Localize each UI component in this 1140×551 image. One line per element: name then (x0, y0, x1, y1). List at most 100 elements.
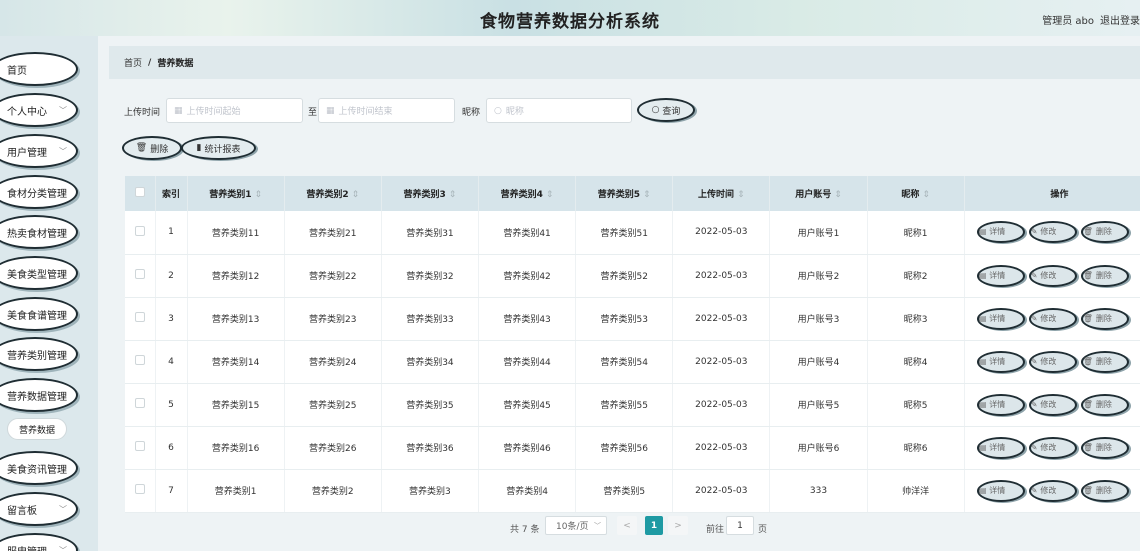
sidebar-item-personal-center[interactable]: 个人中心 ﹀ (0, 93, 78, 127)
cell-cat1: 营养类别15 (187, 383, 285, 427)
prev-page-button[interactable]: < (617, 516, 637, 535)
sort-icon[interactable]: ⇕ (643, 190, 651, 200)
delete-button[interactable]: 🗑 删除 (1080, 479, 1129, 502)
checkbox[interactable] (134, 312, 145, 322)
cell-account: 用户账号4 (769, 340, 868, 384)
current-user: 管理员 abo (1042, 16, 1094, 27)
checkbox[interactable] (134, 398, 145, 408)
table-row: 2 营养类别12 营养类别22 营养类别32 营养类别42 营养类别52 202… (125, 254, 1140, 298)
delete-button[interactable]: 🗑 删除 (1080, 436, 1129, 459)
header-cat5[interactable]: 营养类别5 ⇕ (575, 176, 674, 211)
sidebar-item-hot-ingredients[interactable]: 热卖食材管理 (0, 215, 78, 249)
sidebar-item-food-type[interactable]: 美食类型管理 (0, 256, 78, 290)
sidebar-item-user-management[interactable]: 用户管理 ﹀ (0, 134, 78, 168)
row-select[interactable] (125, 340, 156, 384)
header-label: 索引 (162, 190, 181, 200)
delete-button[interactable]: 🗑 删除 (1080, 221, 1129, 244)
header-upload-time[interactable]: 上传时间 ⇕ (672, 176, 771, 211)
edit-button[interactable]: ✎ 修改 (1028, 350, 1077, 373)
detail-button[interactable]: ▤ 详情 (976, 350, 1025, 373)
checkbox[interactable] (134, 269, 145, 279)
detail-button[interactable]: ▤ 详情 (976, 264, 1025, 287)
sidebar-item-label: 美食食谱管理 (7, 310, 67, 322)
sort-icon[interactable]: ⇕ (254, 190, 262, 200)
batch-delete-label: 删除 (150, 144, 169, 155)
batch-delete-button[interactable]: 🗑 删除 (122, 136, 182, 160)
checkbox[interactable] (134, 225, 145, 236)
delete-button[interactable]: 🗑 删除 (1080, 350, 1129, 373)
page-number-current[interactable]: 1 (645, 516, 663, 535)
sort-icon[interactable]: ⇕ (449, 190, 457, 200)
sidebar-item-nutrition-category[interactable]: 营养类别管理 (0, 337, 78, 371)
checkbox[interactable] (134, 187, 145, 197)
sidebar-item-nutrition-data[interactable]: 营养数据管理 (0, 378, 78, 412)
detail-label: 详情 (989, 356, 1006, 366)
edit-button[interactable]: ✎ 修改 (1028, 479, 1077, 502)
upload-end-input[interactable]: ▦ 上传时间结束 (318, 98, 455, 123)
nickname-placeholder: 昵称 (505, 107, 524, 117)
detail-button[interactable]: ▤ 详情 (976, 221, 1025, 244)
stats-report-button[interactable]: ▮ 统计报表 (181, 136, 256, 160)
sidebar-subitem-nutrition-data[interactable]: 营养数据 (7, 418, 67, 440)
cell-upload-time: 2022-05-03 (672, 211, 771, 255)
header-select-all[interactable] (125, 176, 156, 211)
header-cat1[interactable]: 营养类别1 ⇕ (187, 176, 285, 211)
sidebar-item-ingredient-category[interactable]: 食材分类管理 (0, 175, 78, 209)
header-cat3[interactable]: 营养类别3 ⇕ (381, 176, 479, 211)
breadcrumb-home[interactable]: 首页 (124, 56, 142, 69)
sort-icon[interactable]: ⇕ (922, 190, 930, 200)
header-cat4[interactable]: 营养类别4 ⇕ (478, 176, 577, 211)
edit-label: 修改 (1040, 485, 1057, 495)
next-page-button[interactable]: > (668, 516, 688, 535)
header-cat2[interactable]: 营养类别2 ⇕ (284, 176, 382, 211)
detail-button[interactable]: ▤ 详情 (976, 479, 1025, 502)
header-account[interactable]: 用户账号 ⇕ (769, 176, 868, 211)
row-select[interactable] (125, 426, 156, 470)
checkbox[interactable] (134, 441, 145, 451)
page-size-select[interactable]: 10条/页 ﹀ (545, 516, 607, 535)
detail-label: 详情 (989, 485, 1006, 495)
delete-button[interactable]: 🗑 删除 (1080, 307, 1129, 330)
checkbox[interactable] (134, 484, 145, 494)
row-select[interactable] (125, 254, 156, 298)
edit-button[interactable]: ✎ 修改 (1028, 264, 1077, 287)
edit-button[interactable]: ✎ 修改 (1028, 436, 1077, 459)
sort-icon[interactable]: ⇕ (737, 190, 745, 200)
cell-index: 2 (155, 254, 188, 298)
chevron-right-icon: > (674, 520, 682, 531)
delete-button[interactable]: 🗑 删除 (1080, 264, 1129, 287)
checkbox[interactable] (134, 355, 145, 365)
detail-button[interactable]: ▤ 详情 (976, 307, 1025, 330)
sidebar-item-recipe[interactable]: 美食食谱管理 (0, 297, 78, 331)
logout-link[interactable]: 退出登录 (1100, 12, 1140, 27)
query-button[interactable]: ○ 查询 (637, 98, 695, 122)
row-select[interactable] (125, 469, 156, 513)
nickname-input[interactable]: ○ 昵称 (486, 98, 632, 123)
header-nickname[interactable]: 昵称 ⇕ (867, 176, 965, 211)
cell-index: 5 (155, 383, 188, 427)
row-select[interactable] (125, 383, 156, 427)
sidebar-item-message-board[interactable]: 留言板 ﹀ (0, 492, 78, 526)
document-icon: ▤ (978, 485, 987, 495)
nickname-label: 昵称 (462, 108, 481, 118)
detail-button[interactable]: ▤ 详情 (976, 436, 1025, 459)
sidebar-item-food-news[interactable]: 美食资讯管理 (0, 451, 78, 485)
pagination-total: 共 7 条 (510, 525, 540, 535)
detail-button[interactable]: ▤ 详情 (976, 393, 1025, 416)
sidebar-item-home[interactable]: 首页 (0, 52, 78, 86)
upload-start-input[interactable]: ▦ 上传时间起始 (166, 98, 303, 123)
sort-icon[interactable]: ⇕ (352, 190, 360, 200)
edit-button[interactable]: ✎ 修改 (1028, 307, 1077, 330)
row-select[interactable] (125, 297, 156, 341)
row-select[interactable] (125, 211, 156, 255)
goto-page-input[interactable]: 1 (726, 516, 754, 535)
trash-icon: 🗑 (1082, 270, 1093, 280)
sidebar-item-application[interactable]: 服申管理 ﹀ (0, 533, 78, 551)
edit-button[interactable]: ✎ 修改 (1028, 393, 1077, 416)
delete-button[interactable]: 🗑 删除 (1080, 393, 1129, 416)
goto-label: 前往 (706, 525, 725, 535)
header-label: 营养类别1 (209, 190, 252, 200)
sort-icon[interactable]: ⇕ (546, 190, 554, 200)
edit-button[interactable]: ✎ 修改 (1028, 221, 1077, 244)
sort-icon[interactable]: ⇕ (834, 190, 842, 200)
